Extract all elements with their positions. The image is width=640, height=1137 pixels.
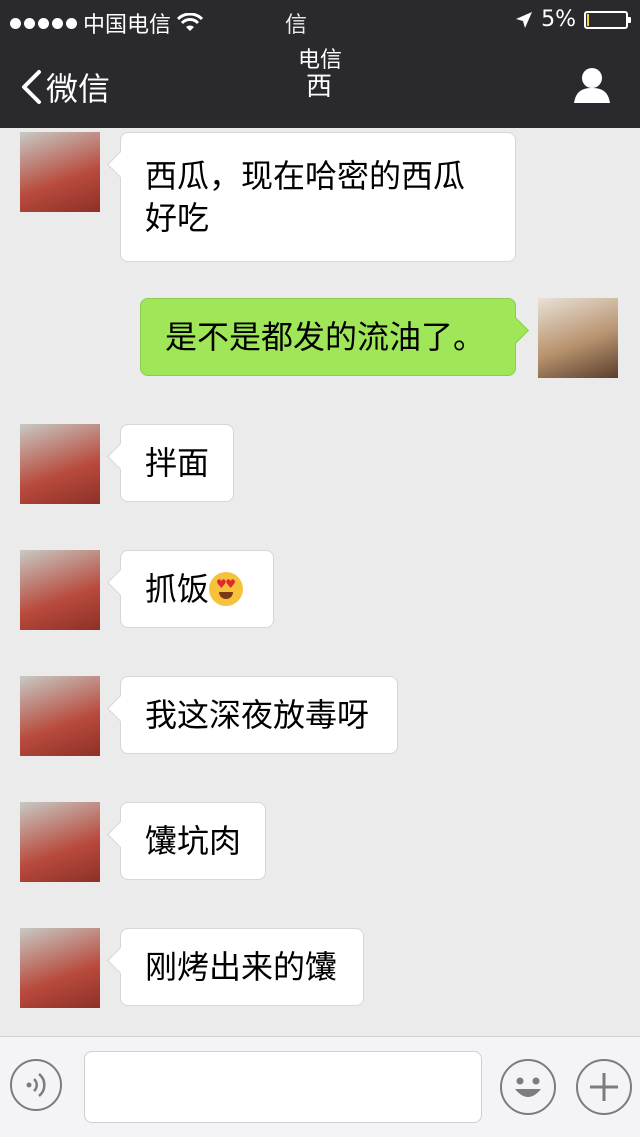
message-bubble[interactable]: 是不是都发的流油了。 — [140, 298, 516, 376]
chat-title-line2: 西 — [305, 72, 334, 102]
message-row: 是不是都发的流油了。 — [0, 298, 640, 380]
message-row: 馕坑肉 — [0, 802, 640, 884]
message-row: 拌面 — [0, 424, 640, 506]
contact-avatar[interactable] — [20, 132, 100, 212]
chat-title-line1: 电信 — [297, 48, 342, 73]
carrier-label: 中国电信 — [83, 13, 172, 38]
input-bar — [0, 1036, 640, 1137]
message-bubble[interactable]: 刚烤出来的馕 — [120, 928, 364, 1006]
message-row: 刚烤出来的馕 — [0, 928, 640, 1010]
message-input[interactable] — [84, 1051, 482, 1123]
star-struck-emoji-icon — [209, 572, 244, 606]
nav-bar: 微信 电信 西 — [0, 40, 640, 128]
my-avatar[interactable] — [538, 298, 618, 378]
message-row: 抓饭 — [0, 550, 640, 632]
emoji-icon — [515, 1077, 541, 1097]
wifi-icon — [177, 13, 204, 31]
message-text: 馕坑肉 — [145, 822, 242, 860]
profile-button[interactable] — [572, 66, 612, 108]
message-bubble[interactable]: 抓饭 — [120, 550, 274, 628]
status-center-text: 信 — [285, 13, 308, 38]
message-text: 刚烤出来的馕 — [145, 948, 338, 986]
message-bubble[interactable]: 我这深夜放毒呀 — [120, 676, 398, 754]
message-text: 是不是都发的流油了。 — [165, 318, 486, 356]
voice-button[interactable] — [10, 1059, 62, 1111]
battery-level-fill — [587, 13, 589, 26]
voice-icon — [26, 1073, 46, 1097]
chat-area[interactable]: 西瓜，现在哈密的西瓜好吃 是不是都发的流油了。 拌面 抓饭 我这深夜放毒呀 馕坑… — [0, 128, 640, 1036]
contact-avatar[interactable] — [20, 802, 100, 882]
contact-avatar[interactable] — [20, 928, 100, 1008]
plus-button[interactable] — [576, 1059, 632, 1115]
message-bubble[interactable]: 拌面 — [120, 424, 234, 502]
contact-avatar[interactable] — [20, 676, 100, 756]
message-text: 抓饭 — [145, 570, 210, 608]
message-bubble[interactable]: 西瓜，现在哈密的西瓜好吃 — [120, 132, 516, 262]
top-bar: 中国电信 信 5% 微信 电信 西 — [0, 0, 640, 128]
chevron-left-icon — [22, 70, 41, 104]
message-text: 拌面 — [145, 444, 210, 482]
message-text: 西瓜，现在哈密的西瓜好吃 — [145, 157, 466, 237]
chat-title: 电信 西 — [230, 48, 410, 100]
profile-icon — [574, 68, 610, 103]
message-bubble[interactable]: 馕坑肉 — [120, 802, 266, 880]
location-arrow-icon — [516, 11, 533, 28]
status-bar: 中国电信 信 5% — [0, 0, 640, 40]
contact-avatar[interactable] — [20, 550, 100, 630]
plus-icon — [590, 1073, 618, 1101]
message-row: 西瓜，现在哈密的西瓜好吃 — [0, 132, 640, 262]
back-button[interactable]: 微信 — [20, 64, 110, 110]
contact-avatar[interactable] — [20, 424, 100, 504]
emoji-button[interactable] — [500, 1059, 556, 1115]
signal-dots-icon — [10, 17, 77, 29]
message-row: 我这深夜放毒呀 — [0, 676, 640, 758]
message-text: 我这深夜放毒呀 — [145, 696, 370, 734]
back-label: 微信 — [46, 70, 111, 108]
battery-percent: 5% — [541, 7, 576, 32]
battery-icon — [584, 10, 631, 29]
